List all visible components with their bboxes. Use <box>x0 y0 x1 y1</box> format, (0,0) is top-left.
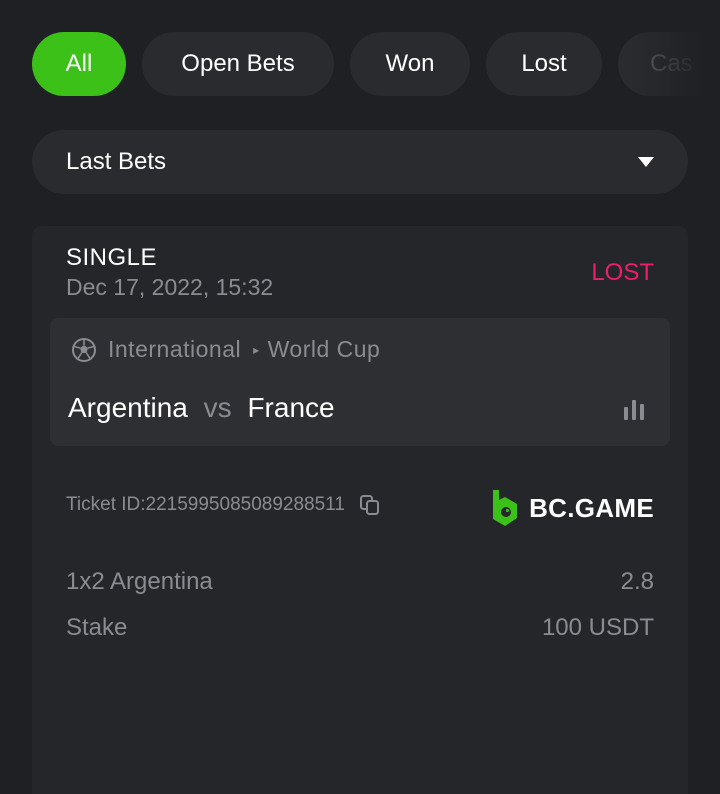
ticket-id-row: Ticket ID: 2215995085089288511 <box>66 494 381 516</box>
bet-type: SINGLE <box>66 244 158 271</box>
brand-logo: BC.GAME <box>489 488 654 528</box>
ticket-id-label: Ticket ID: <box>66 494 146 515</box>
league-label: World Cup <box>267 336 381 362</box>
event-box[interactable]: International ▸ World Cup Argentina vs F… <box>50 318 670 446</box>
stake-row: Stake 100 USDT <box>66 614 654 642</box>
dropdown-selected-value: Last Bets <box>66 148 167 175</box>
versus-label: vs <box>203 392 232 423</box>
tab-lost[interactable]: Lost <box>486 32 602 96</box>
stake-value: 100 USDT <box>541 614 654 641</box>
ticket-id-value: 2215995085089288511 <box>145 494 345 515</box>
bc-game-logo-icon <box>493 490 518 526</box>
status-badge: LOST <box>591 259 654 286</box>
match-title: Argentina vs France <box>68 392 335 424</box>
soccer-ball-icon <box>72 337 96 362</box>
tab-won[interactable]: Won <box>350 32 470 96</box>
bet-period-dropdown[interactable]: Last Bets <box>32 130 688 194</box>
market-row: 1x2 Argentina 2.8 <box>66 568 654 596</box>
caret-down-icon <box>638 157 654 167</box>
bet-date: Dec 17, 2022, 15:32 <box>66 274 274 300</box>
league-breadcrumb: International ▸ World Cup <box>72 336 380 363</box>
market-label: 1x2 Argentina <box>66 568 213 595</box>
category-label: International <box>108 336 242 362</box>
tab-casino[interactable]: Cas <box>618 32 720 96</box>
away-team: France <box>247 392 335 423</box>
bet-history-page: All Open Bets Won Lost Cas Last Bets SIN… <box>0 0 720 794</box>
stake-label: Stake <box>66 614 128 641</box>
filter-tabs: All Open Bets Won Lost Cas <box>32 32 720 96</box>
copy-icon[interactable] <box>359 494 381 516</box>
home-team: Argentina <box>68 392 188 423</box>
breadcrumb-separator-icon: ▸ <box>253 342 260 357</box>
odds-value: 2.8 <box>620 568 654 595</box>
brand-name: BC.GAME <box>529 492 654 523</box>
tab-open-bets[interactable]: Open Bets <box>142 32 334 96</box>
stats-icon[interactable] <box>622 398 646 420</box>
tab-all[interactable]: All <box>32 32 126 96</box>
bet-card: SINGLE Dec 17, 2022, 15:32 LOST Internat… <box>32 226 688 794</box>
